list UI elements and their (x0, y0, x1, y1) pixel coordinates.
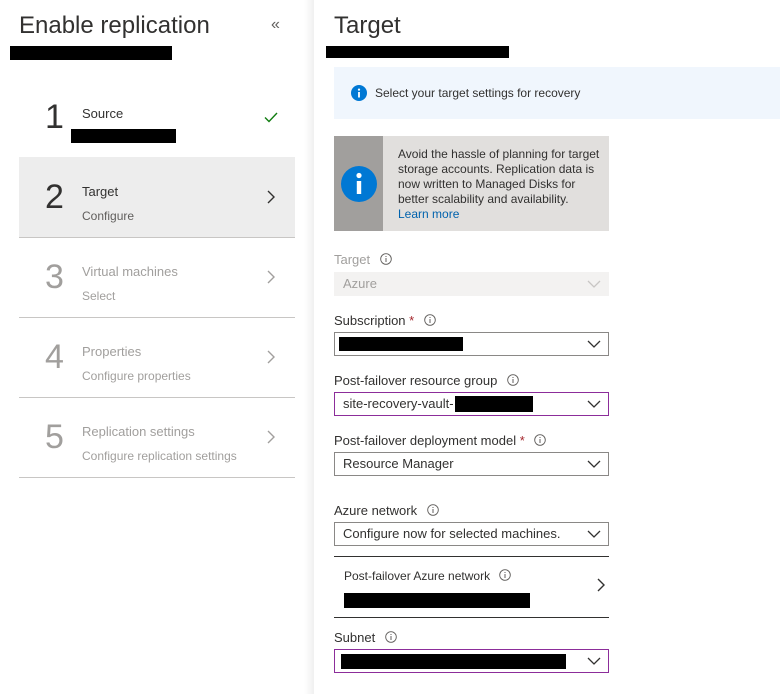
check-icon (264, 112, 278, 123)
pane-divider (304, 0, 314, 694)
step-sublabel: Configure properties (82, 369, 191, 383)
info-tooltip-icon[interactable] (534, 434, 547, 446)
callout-body: Avoid the hassle of planning for target … (398, 147, 606, 222)
step-number: 2 (45, 178, 64, 216)
info-tooltip-icon[interactable] (424, 314, 436, 326)
subscription-dropdown[interactable] (334, 332, 609, 356)
field-label: Post-failover Azure network (344, 569, 491, 583)
step-sublabel: Configure replication settings (82, 449, 237, 463)
target-settings-pane: Target Select your target settings for r… (314, 0, 780, 694)
chevron-down-icon (587, 340, 601, 348)
chevron-down-icon (587, 530, 601, 538)
step-number: 4 (45, 338, 64, 376)
post-failover-network-label: Post-failover Azure network (344, 569, 512, 583)
info-banner: Select your target settings for recovery (334, 67, 780, 119)
redacted-subscription (339, 337, 463, 351)
chevron-down-icon (587, 400, 601, 408)
post-failover-network-row[interactable]: Post-failover Azure network (334, 556, 609, 618)
pane-title: Enable replication (19, 12, 210, 39)
info-tooltip-icon[interactable] (507, 374, 519, 386)
learn-more-link[interactable]: Learn more (398, 207, 459, 221)
info-tooltip-icon[interactable] (380, 253, 392, 265)
step-number: 3 (45, 258, 64, 296)
managed-disks-callout: Avoid the hassle of planning for target … (334, 136, 609, 231)
step-sublabel: Configure (82, 209, 135, 223)
chevron-right-icon (267, 190, 275, 204)
redacted-network-name (344, 593, 530, 608)
step-number: 5 (45, 418, 64, 456)
redacted-resource-group (455, 396, 533, 412)
field-label: Subnet (334, 630, 376, 645)
page-title: Target (334, 12, 401, 39)
dropdown-value: Resource Manager (343, 456, 454, 471)
info-icon (341, 166, 377, 202)
dropdown-value: Azure (343, 276, 377, 291)
resource-group-dropdown[interactable]: site-recovery-vault- (334, 392, 609, 416)
step-label: Virtual machines (82, 264, 178, 279)
info-tooltip-icon[interactable] (499, 569, 512, 581)
chevron-right-icon (267, 350, 275, 364)
subnet-dropdown[interactable] (334, 649, 609, 673)
deployment-model-dropdown[interactable]: Resource Manager (334, 452, 609, 476)
step-label: Source (82, 106, 124, 121)
field-label: Target (334, 252, 371, 267)
chevron-down-icon (587, 280, 601, 288)
chevron-right-icon (597, 578, 605, 592)
resource-group-label: Post-failover resource group (334, 373, 519, 388)
field-label: Post-failover resource group (334, 373, 498, 388)
step-label: Properties (82, 344, 142, 359)
step-label: Replication settings (82, 424, 195, 439)
redacted-subtitle (326, 46, 509, 58)
step-number: 1 (45, 98, 64, 136)
step-replication-settings[interactable]: 5 Replication settings Configure replica… (19, 397, 295, 478)
target-label: Target (334, 252, 392, 267)
dropdown-value: Configure now for selected machines. (343, 526, 561, 541)
step-label: Target (82, 184, 119, 199)
info-banner-text: Select your target settings for recovery (375, 86, 581, 100)
azure-network-label: Azure network (334, 503, 439, 518)
callout-icon-panel (334, 136, 383, 231)
collapse-pane-button[interactable]: « (271, 16, 280, 34)
info-tooltip-icon[interactable] (385, 631, 397, 643)
redacted-source-value (71, 129, 176, 143)
required-marker: * (409, 313, 415, 328)
deployment-model-label: Post-failover deployment model * (334, 433, 547, 448)
step-target[interactable]: 2 Target Configure (19, 157, 295, 238)
chevron-down-icon (587, 657, 601, 665)
required-marker: * (519, 433, 525, 448)
step-properties[interactable]: 4 Properties Configure properties (19, 317, 295, 398)
azure-network-dropdown[interactable]: Configure now for selected machines. (334, 522, 609, 546)
info-tooltip-icon[interactable] (426, 504, 439, 516)
chevron-right-icon (267, 430, 275, 444)
step-virtual-machines[interactable]: 3 Virtual machines Select (19, 237, 295, 318)
wizard-steps-pane: Enable replication « 1 Source 2 Target C… (0, 0, 310, 694)
redacted-subtitle (10, 46, 172, 60)
step-sublabel: Select (82, 289, 116, 303)
dropdown-value: site-recovery-vault- (343, 396, 454, 411)
subscription-label: Subscription * (334, 313, 436, 328)
info-icon (351, 85, 367, 101)
callout-text: Avoid the hassle of planning for target … (398, 147, 600, 206)
chevron-right-icon (267, 270, 275, 284)
field-label: Post-failover deployment model (334, 433, 517, 448)
target-dropdown[interactable]: Azure (334, 272, 609, 296)
chevron-down-icon (587, 460, 601, 468)
field-label: Subscription (334, 313, 406, 328)
redacted-subnet (341, 654, 566, 669)
step-source[interactable]: 1 Source (19, 77, 295, 158)
field-label: Azure network (334, 503, 418, 518)
subnet-label: Subnet (334, 630, 397, 645)
